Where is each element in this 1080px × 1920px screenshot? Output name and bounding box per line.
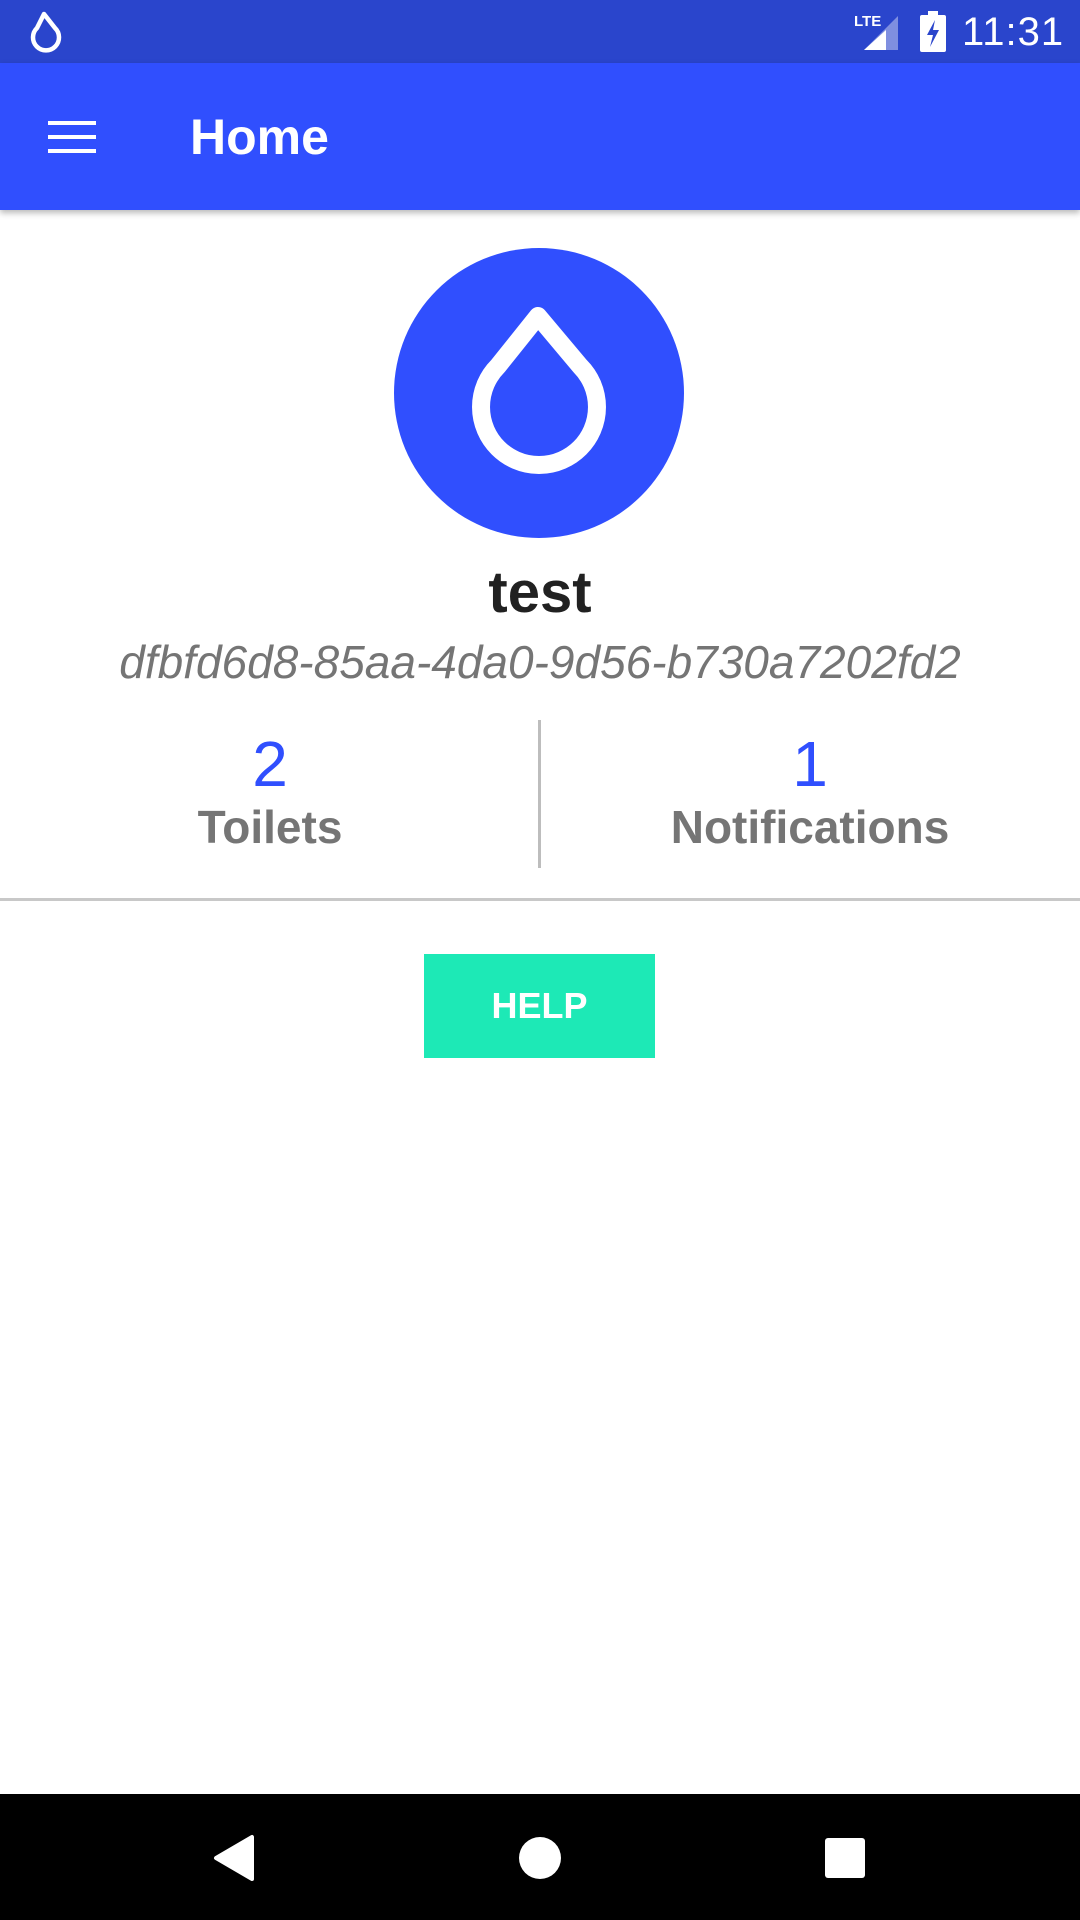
notifications-label: Notifications <box>670 801 950 853</box>
help-button[interactable]: HELP <box>424 954 655 1058</box>
status-time: 11:31 <box>962 10 1065 54</box>
section-divider <box>0 898 1080 901</box>
user-name: test <box>488 560 592 625</box>
back-icon <box>214 1835 254 1881</box>
water-drop-icon <box>472 307 606 475</box>
menu-button[interactable] <box>24 95 120 179</box>
page-title: Home <box>190 109 329 165</box>
network-type-label: LTE <box>854 13 881 30</box>
user-id: dfbfd6d8-85aa-4da0-9d56-b730a7202fd2 <box>119 636 961 688</box>
notifications-stat[interactable]: 1 Notifications <box>540 728 1080 868</box>
recents-icon <box>825 1838 865 1878</box>
back-button[interactable] <box>190 1812 280 1902</box>
app-bar: Home <box>0 63 1080 210</box>
home-button[interactable] <box>495 1812 585 1902</box>
recents-button[interactable] <box>800 1812 890 1902</box>
status-bar: LTE 11:31 <box>0 0 1080 63</box>
toilets-stat[interactable]: 2 Toilets <box>0 728 540 868</box>
notifications-count: 1 <box>792 728 828 800</box>
app-drop-icon <box>30 11 62 53</box>
toilets-label: Toilets <box>197 801 343 853</box>
signal-icon: LTE <box>854 13 898 50</box>
hamburger-menu-icon <box>48 121 96 153</box>
battery-charging-icon <box>920 11 946 52</box>
toilets-count: 2 <box>252 728 288 800</box>
avatar <box>394 248 684 538</box>
navigation-bar <box>0 1794 1080 1920</box>
home-icon <box>519 1837 561 1879</box>
